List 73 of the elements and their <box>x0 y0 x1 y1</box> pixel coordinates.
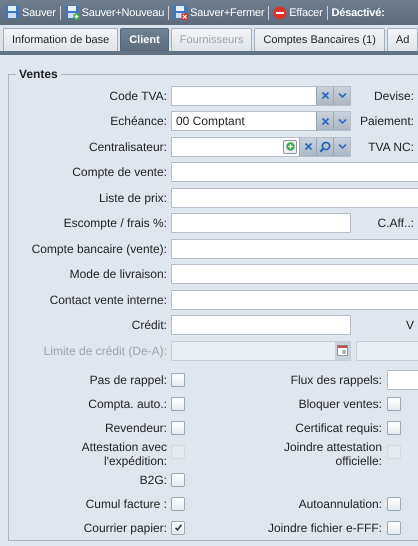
combo-field[interactable] <box>171 86 351 106</box>
combo-field[interactable]: 00 Comptant <box>171 111 351 132</box>
checkbox-label: Courrier papier: <box>84 520 167 534</box>
dropdown-icon[interactable] <box>333 138 350 156</box>
text-field[interactable] <box>171 213 351 234</box>
text-field[interactable] <box>171 315 351 336</box>
field-label: Centralisateur: <box>88 140 167 154</box>
add-icon[interactable] <box>283 140 297 154</box>
clear-icon[interactable] <box>299 138 316 156</box>
tab[interactable]: Client <box>120 28 169 51</box>
field-value: 00 Comptant <box>175 114 245 128</box>
checkbox[interactable] <box>387 520 401 534</box>
checkbox-label: Pas de rappel: <box>90 372 167 386</box>
delete-icon <box>273 6 288 20</box>
field-label: Limite de crédit (De-A): <box>42 344 167 358</box>
dropdown-icon[interactable] <box>333 86 350 105</box>
undefined-button[interactable]: Effacer <box>272 2 324 22</box>
checkbox-label: Joindre attestation officielle: <box>282 440 382 468</box>
section-title: Ventes <box>18 67 59 81</box>
checkmark-icon <box>174 523 182 532</box>
checkbox-label: Compta. auto.: <box>88 396 167 410</box>
checkbox[interactable] <box>171 396 185 410</box>
field-label: Paiement: <box>358 114 414 128</box>
field-label: Compte bancaire (vente): <box>30 242 167 256</box>
floppy-plus-icon <box>64 5 80 20</box>
field-label: C.Aff..: <box>376 216 414 230</box>
checkbox-label: Bloquer ventes: <box>298 396 382 410</box>
checkbox[interactable] <box>171 520 185 534</box>
checkbox-label: B2G: <box>140 472 167 486</box>
field-label: Contact vente interne: <box>48 292 167 307</box>
search-icon[interactable] <box>316 138 333 156</box>
floppy-cross-icon <box>173 5 188 20</box>
checkbox-label: Flux des rappels: <box>290 372 382 386</box>
text-field[interactable] <box>171 188 418 208</box>
undefined-button[interactable]: Sauver <box>4 2 57 22</box>
checkbox-label: Joindre fichier e-FFF: <box>268 520 382 534</box>
text-field[interactable] <box>171 238 418 259</box>
field-label: Devise: <box>372 88 414 103</box>
field-label: Echéance: <box>109 114 167 128</box>
field-label: Crédit: <box>130 318 167 332</box>
checkbox[interactable] <box>171 472 185 486</box>
undefined-button[interactable]: Sauver+Nouveau <box>64 2 166 22</box>
undefined-button[interactable]: Sauver+Fermer <box>172 2 266 22</box>
tab[interactable]: Information de base <box>3 28 118 51</box>
checkbox-label: Cumul facture : <box>86 496 167 510</box>
combo-field[interactable] <box>171 136 351 157</box>
text-field[interactable] <box>171 290 418 310</box>
checkbox[interactable] <box>387 496 401 510</box>
checkbox[interactable] <box>171 420 185 434</box>
clear-icon[interactable] <box>316 86 333 105</box>
field-label: Compte de vente: <box>71 165 167 180</box>
clear-icon[interactable] <box>316 112 333 130</box>
tab[interactable]: Comptes Bancaires (1) <box>254 28 385 51</box>
checkbox[interactable] <box>387 420 401 434</box>
field-label: V <box>404 318 414 332</box>
tab[interactable]: Ad <box>386 28 418 51</box>
text-field[interactable] <box>171 264 418 284</box>
dropdown-icon[interactable] <box>333 112 350 130</box>
field-label: Mode de livraison: <box>68 267 167 282</box>
checkbox[interactable] <box>387 396 401 410</box>
checkbox[interactable] <box>171 372 185 386</box>
field-label: Code TVA: <box>108 88 167 103</box>
checkbox-label: Revendeur: <box>104 420 167 434</box>
disabled-label: Désactivé: <box>330 6 385 18</box>
field-label: TVA NC: <box>367 140 414 154</box>
checkbox[interactable] <box>171 496 185 510</box>
checkbox-label: Autoannulation: <box>298 496 382 510</box>
checkbox-label: Attestation avec l'expédition: <box>80 440 167 468</box>
field-label: Escompte / frais %: <box>62 216 167 230</box>
field-label: Liste de prix: <box>98 190 167 205</box>
checkbox-label: Certificat requis: <box>295 420 382 434</box>
text-field[interactable] <box>171 162 418 182</box>
date-field[interactable] <box>356 340 418 361</box>
